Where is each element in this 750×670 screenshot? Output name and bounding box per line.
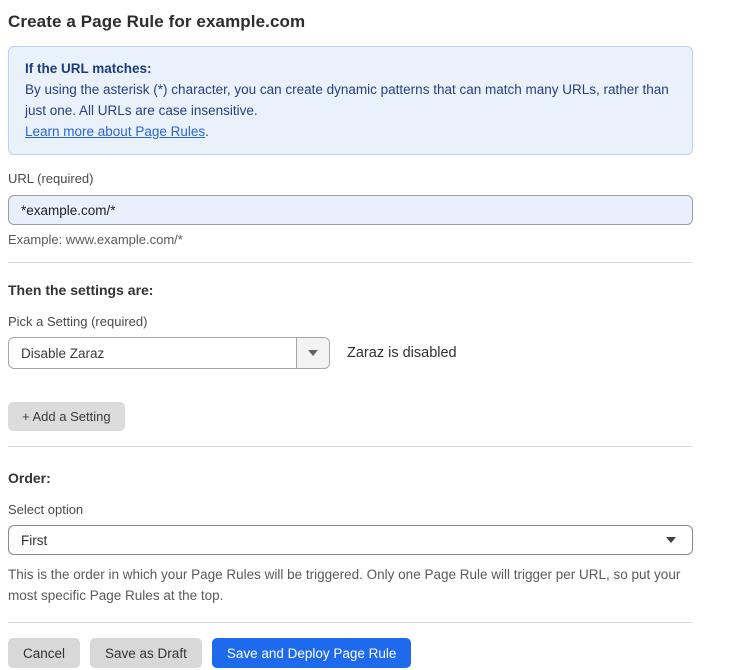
divider	[8, 622, 693, 623]
cancel-button[interactable]: Cancel	[8, 638, 80, 668]
divider	[8, 446, 693, 447]
learn-more-link[interactable]: Learn more about Page Rules	[25, 124, 205, 139]
setting-select-arrow-button[interactable]	[296, 338, 329, 368]
info-heading: If the URL matches:	[25, 58, 676, 79]
info-body-text: By using the asterisk (*) character, you…	[25, 79, 676, 121]
save-as-draft-button[interactable]: Save as Draft	[90, 638, 202, 668]
page-title: Create a Page Rule for example.com	[8, 12, 693, 32]
setting-row: Disable Zaraz Zaraz is disabled	[8, 337, 693, 369]
order-select-label: Select option	[8, 502, 693, 517]
url-example-text: Example: www.example.com/*	[8, 232, 693, 247]
save-and-deploy-button[interactable]: Save and Deploy Page Rule	[212, 638, 412, 668]
order-select[interactable]: First	[8, 525, 693, 555]
info-link-line: Learn more about Page Rules.	[25, 121, 676, 142]
divider	[8, 262, 693, 263]
settings-section-heading: Then the settings are:	[8, 282, 693, 298]
order-select-value: First	[21, 533, 666, 548]
setting-select-value: Disable Zaraz	[9, 338, 296, 368]
url-input[interactable]	[8, 195, 693, 225]
url-field-label: URL (required)	[8, 171, 693, 186]
pick-setting-label: Pick a Setting (required)	[8, 314, 693, 329]
url-match-info-callout: If the URL matches: By using the asteris…	[8, 46, 693, 155]
setting-select[interactable]: Disable Zaraz	[8, 337, 330, 369]
form-actions: Cancel Save as Draft Save and Deploy Pag…	[8, 638, 693, 668]
setting-status-text: Zaraz is disabled	[347, 345, 457, 361]
page-rule-form: Create a Page Rule for example.com If th…	[0, 0, 750, 668]
chevron-down-icon	[308, 350, 318, 356]
order-help-text: This is the order in which your Page Rul…	[8, 564, 693, 606]
chevron-down-icon	[666, 537, 676, 543]
order-section-heading: Order:	[8, 470, 693, 486]
add-setting-button[interactable]: + Add a Setting	[8, 402, 125, 431]
link-period: .	[205, 124, 209, 139]
